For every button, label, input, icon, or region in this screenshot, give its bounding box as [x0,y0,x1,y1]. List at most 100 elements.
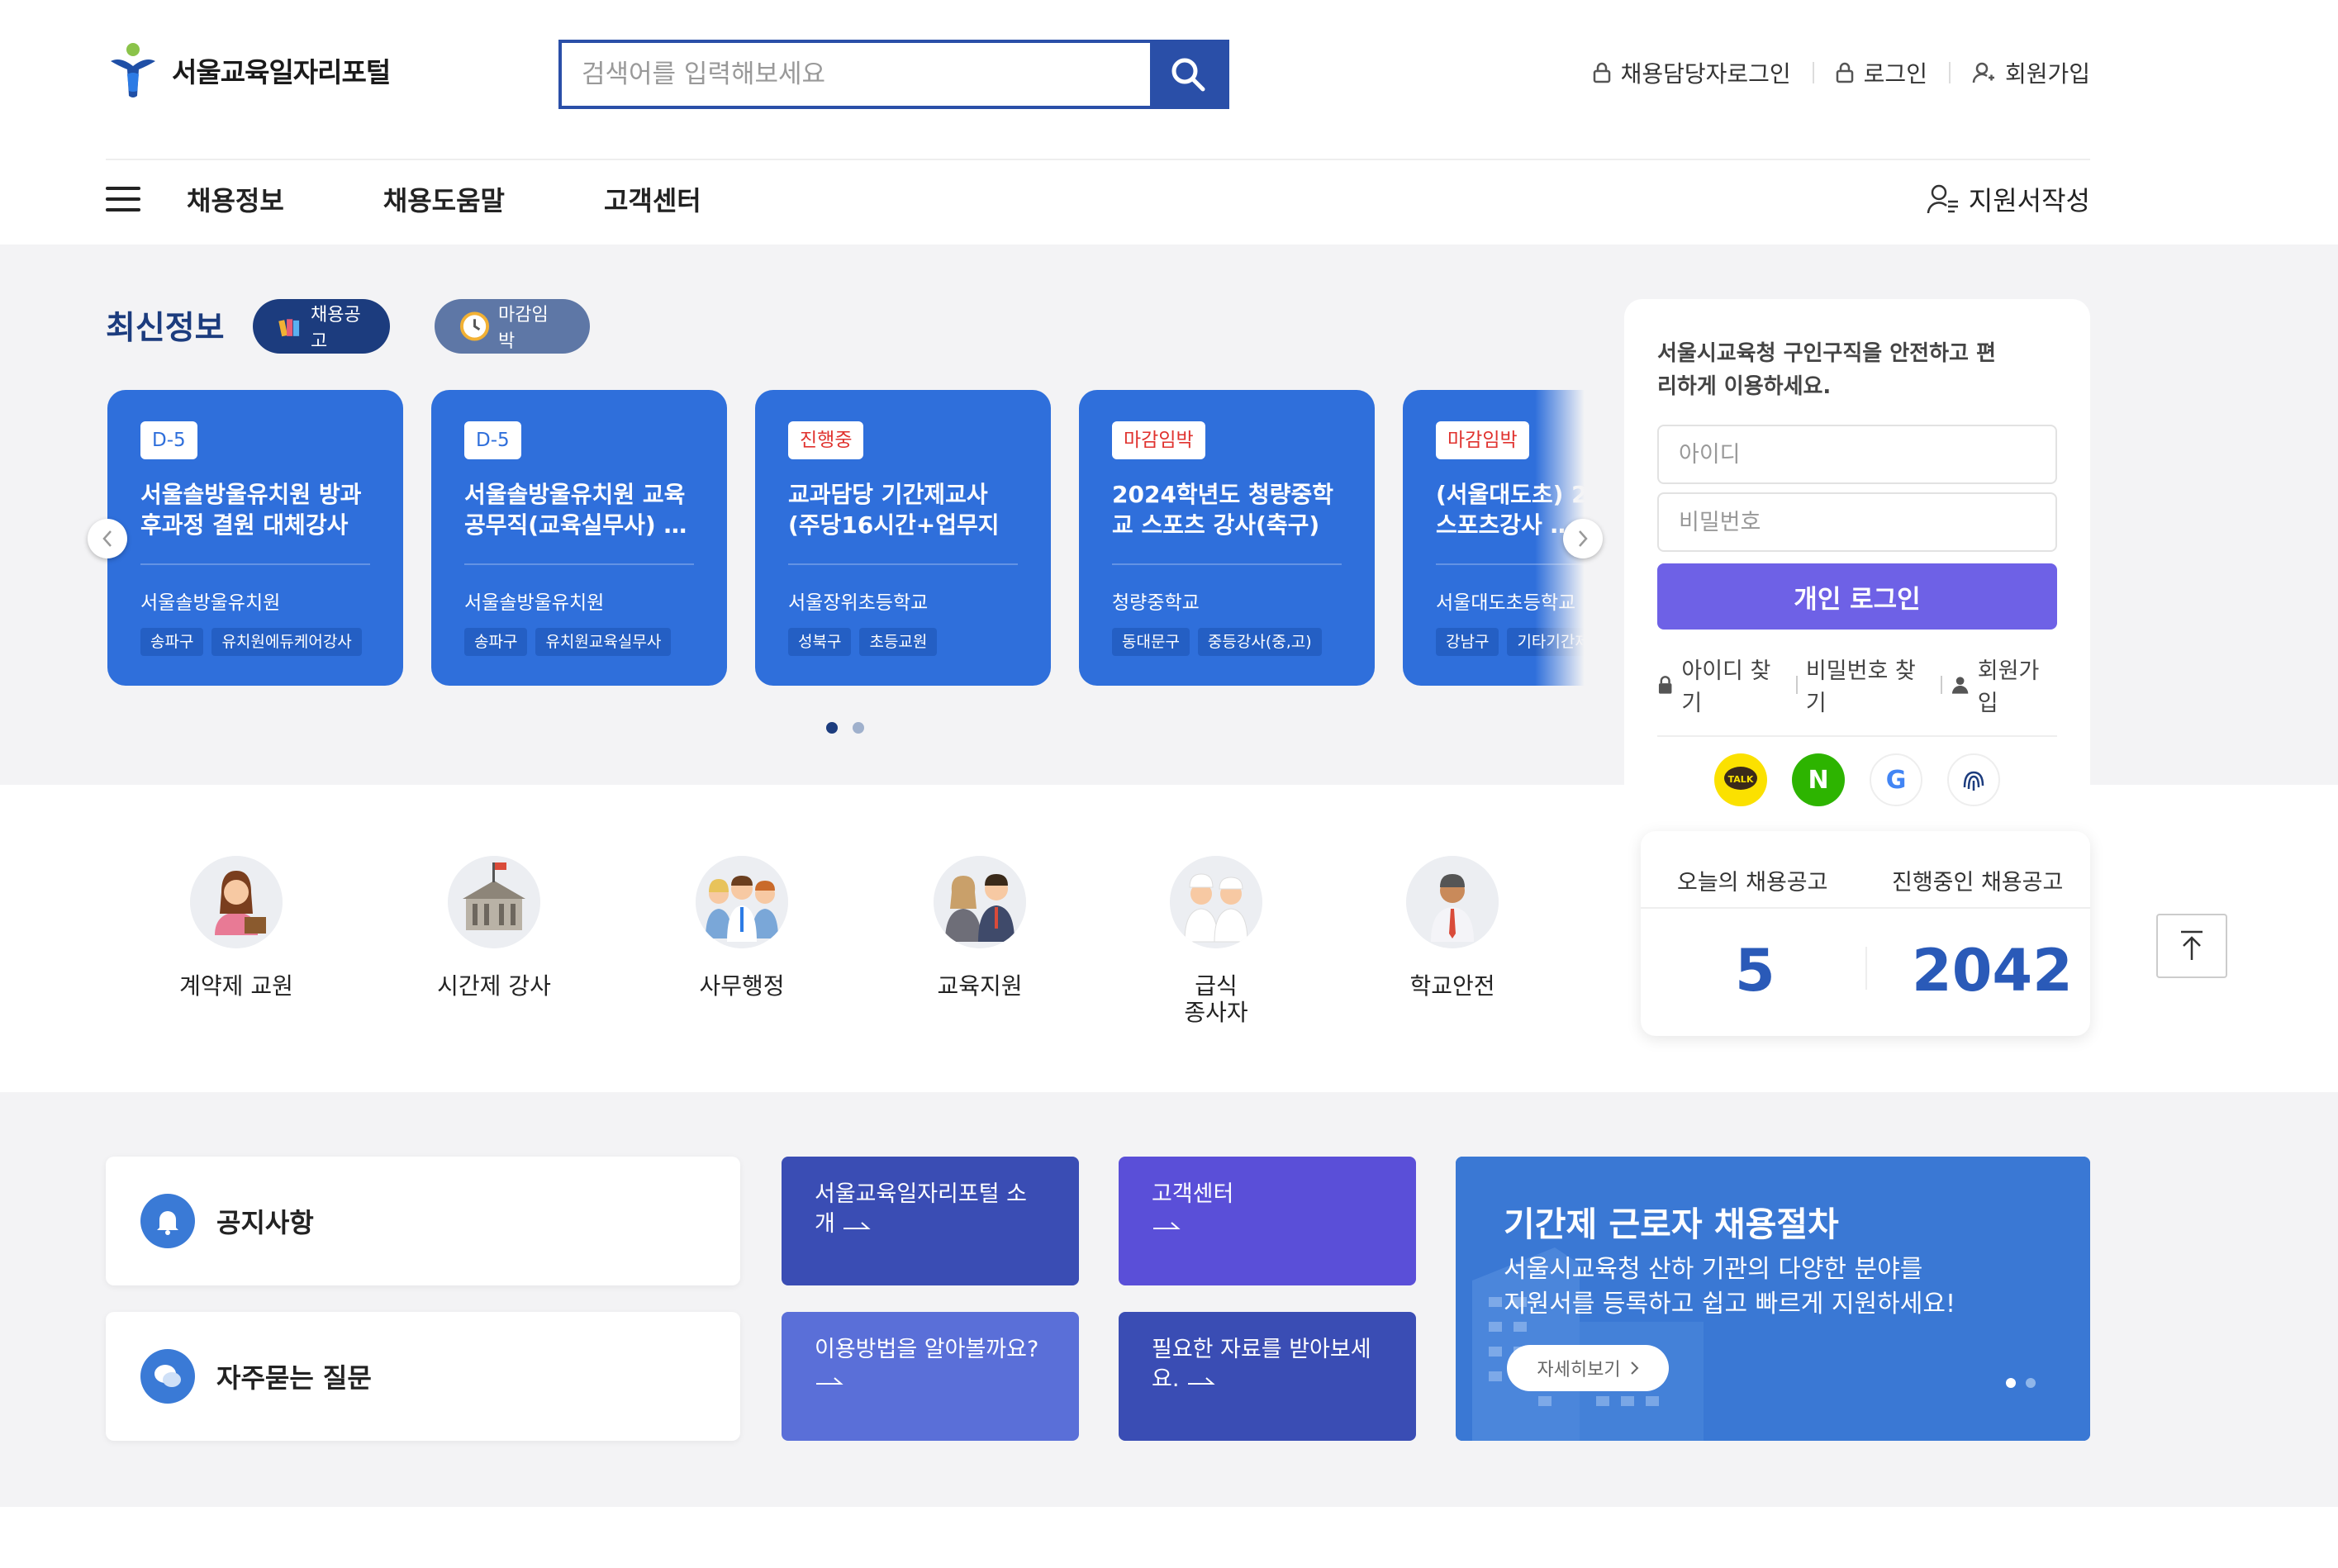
lock-icon [1593,62,1610,83]
logo-text: 서울교육일자리포털 [172,56,391,88]
region-tag: 송파구 [140,628,204,656]
job-card[interactable]: 마감임박 2024학년도 청량중학교 스포츠 강사(축구) 채… 청량중학교 동… [1079,390,1375,686]
job-title: 2024학년도 청량중학교 스포츠 강사(축구) 채… [1112,481,1333,539]
divider [1948,62,1951,83]
job-card[interactable]: 진행중 교과담당 기간제교사(주당16시간+업무지원), … 서울장위초등학교 … [755,390,1051,686]
category-food-service[interactable]: 급식 종사자 [1125,856,1307,1026]
site-logo[interactable]: 서울교육일자리포털 [106,41,391,99]
kakao-talk-icon[interactable]: TALK [1714,753,1767,806]
signup-link[interactable]: 회원가입 [1978,653,2057,717]
school-building-icon [448,856,540,948]
deadline-badge: D-5 [140,421,197,459]
social-login: TALK N G [1657,753,2057,806]
category-part-time-instructor[interactable]: 시간제 강사 [403,856,585,1000]
divider [1641,907,2090,909]
carousel-prev-button[interactable] [88,519,127,558]
download-resources-tile[interactable]: 필요한 자료를 받아보세요. [1119,1312,1416,1441]
recruiter-login-label: 채용담당자로그인 [1620,60,1791,88]
tab-closing-soon-label: 마감임박 [498,305,549,352]
divider [1112,563,1342,565]
tile-label: 고객센터 [1152,1181,1234,1207]
search-icon [1171,58,1205,92]
logo-icon [111,43,155,97]
today-postings-count[interactable]: 5 [1735,937,1775,1005]
search-button[interactable] [1150,43,1226,106]
scroll-to-top-button[interactable] [2156,914,2227,978]
banner-dot-active[interactable] [2006,1378,2016,1388]
login-panel: 서울시교육청 구인구직을 안전하고 편리하게 이용하세요. 개인 로그인 아이디… [1624,299,2090,806]
password-input[interactable] [1657,492,2057,552]
customer-center-tile[interactable]: 고객센터 [1119,1157,1416,1285]
nav-item-support[interactable]: 고객센터 [604,180,701,218]
category-school-safety[interactable]: 학교안전 [1361,856,1543,1000]
find-password-link[interactable]: 비밀번호 찾기 [1806,653,1932,717]
faq-label: 자주묻는 질문 [216,1362,372,1394]
id-input[interactable] [1657,425,2057,484]
category-contract-teacher[interactable]: 계약제 교원 [145,856,327,1000]
carousel-dot-active[interactable] [826,722,838,734]
main-nav: 채용정보 채용도움말 고객센터 지원서작성 [106,177,2090,221]
nav-item-jobs[interactable]: 채용정보 [187,180,284,218]
teacher-icon [190,856,283,948]
menu-icon[interactable] [106,187,140,211]
user-icon [1951,677,1968,694]
office-workers-icon [696,856,788,948]
divider [1812,62,1814,83]
job-org: 서울솔방울유치원 [140,592,281,614]
how-to-use-tile[interactable]: 이용방법을 알아볼까요? [782,1312,1079,1441]
apply-form-link[interactable]: 지원서작성 [1926,180,2090,218]
google-icon[interactable]: G [1870,753,1922,806]
login-link[interactable]: 로그인 [1836,56,1927,89]
job-title: 교과담당 기간제교사(주당16시간+업무지원), … [788,481,1000,539]
books-icon [278,319,300,337]
category-office-admin[interactable]: 사무행정 [651,856,833,1000]
recruiter-login-link[interactable]: 채용담당자로그인 [1593,56,1791,89]
signup-link[interactable]: 회원가입 [1972,56,2090,89]
find-id-link[interactable]: 아이디 찾기 [1681,653,1788,717]
tab-closing-soon[interactable]: 마감임박 [435,299,590,354]
search-input[interactable] [562,43,1150,106]
divider [1657,735,2057,737]
chevron-left-icon [102,530,112,547]
status-badge: 마감임박 [1436,421,1529,459]
account-links: 아이디 찾기 비밀번호 찾기 회원가입 [1657,653,2057,717]
ongoing-postings-label: 진행중인 채용공고 [1892,870,2064,896]
category-education-support[interactable]: 교육지원 [889,856,1071,1000]
divider [788,563,1018,565]
arrow-right-icon [816,1377,843,1385]
nav-item-help[interactable]: 채용도움말 [383,180,505,218]
fingerprint-icon[interactable] [1947,753,2000,806]
category-tag: 유치원교육실무사 [535,628,672,656]
search-bar [558,40,1229,109]
login-message: 서울시교육청 구인구직을 안전하고 편리하게 이용하세요. [1657,341,1996,399]
job-card[interactable]: D-5 서울솔방울유치원 교육공무직(교육실무사) … 서울솔방울유치원 송파구… [431,390,727,686]
carousel-next-button[interactable] [1563,519,1603,558]
job-org: 서울솔방울유치원 [464,592,605,614]
user-add-icon [1972,62,1994,83]
job-stats-panel: 오늘의 채용공고 진행중인 채용공고 5 2042 [1641,831,2090,1036]
category-tag: 초등교원 [859,628,938,656]
notice-box[interactable]: 공지사항 [106,1157,740,1285]
banner-details-button[interactable]: 자세히보기 [1507,1345,1669,1391]
job-org: 서울장위초등학교 [788,592,929,614]
tile-label: 이용방법을 알아볼까요? [815,1337,1039,1362]
faq-box[interactable]: 자주묻는 질문 [106,1312,740,1441]
banner-dot[interactable] [2026,1378,2036,1388]
ongoing-postings-count[interactable]: 2042 [1912,937,2073,1005]
carousel-dot[interactable] [853,722,864,734]
tab-job-postings[interactable]: 채용공고 [253,299,390,354]
naver-icon[interactable]: N [1792,753,1845,806]
category-label: 급식 종사자 [1184,972,1248,1026]
header-divider [106,159,2090,160]
security-guard-icon [1406,856,1499,948]
job-card[interactable]: D-5 서울솔방울유치원 방과후과정 결원 대체강사 … 서울솔방울유치원 송파… [107,390,403,686]
lock-icon [1836,62,1853,83]
category-label: 교육지원 [937,972,1023,1000]
hiring-process-banner[interactable]: 기간제 근로자 채용절차 서울시교육청 산하 기관의 다양한 분야를 지원서를 … [1456,1157,2090,1441]
arrow-right-icon [843,1222,872,1229]
divider [140,563,370,565]
personal-login-button[interactable]: 개인 로그인 [1657,563,2057,630]
staff-pair-icon [934,856,1026,948]
apply-form-label: 지원서작성 [1968,185,2090,216]
portal-intro-tile[interactable]: 서울교육일자리포털 소개 [782,1157,1079,1285]
